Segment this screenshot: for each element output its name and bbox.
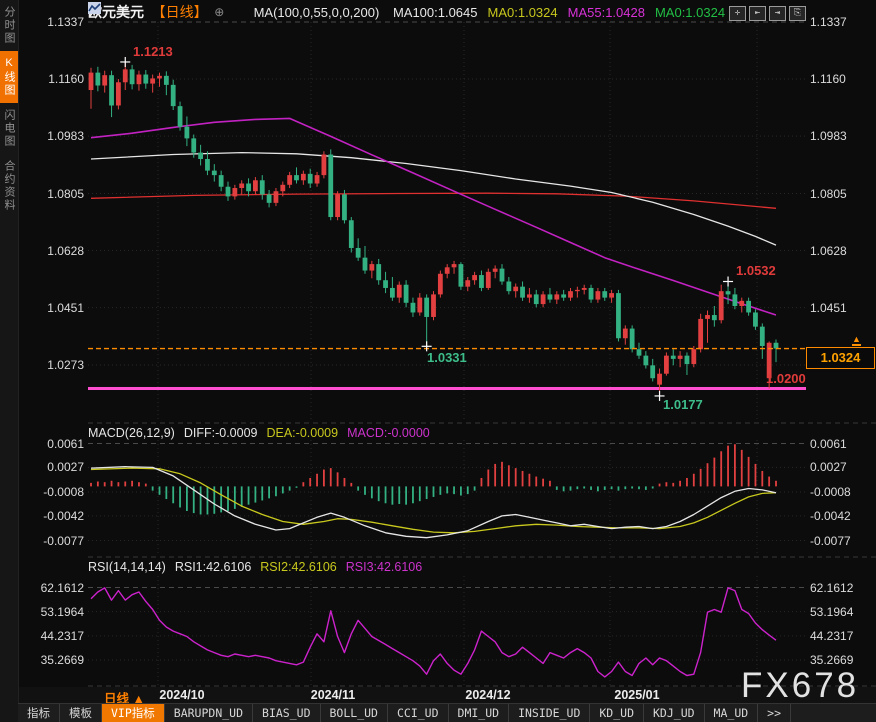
legend-value: DIFF:-0.0009 <box>184 426 258 440</box>
legend-value: RSI1:42.6106 <box>175 560 251 574</box>
price-annotation: 1.0331 <box>427 350 467 365</box>
header-toolbar: ✛⇤⇥⎘ <box>726 2 806 21</box>
ma-values: MA100:1.0645 MA0:1.0324 MA55:1.0428 MA0:1.0… <box>383 4 725 19</box>
detach-icon[interactable]: ⎘ <box>789 6 806 21</box>
sidebar-item-闪电图[interactable]: 闪电图 <box>0 103 18 154</box>
axis-right-icon[interactable]: ⇥ <box>769 6 786 21</box>
ma-value: MA0:1.0324 <box>488 5 558 20</box>
price-annotation: 1.0177 <box>663 397 703 412</box>
legend-value: RSI2:42.6106 <box>260 560 336 574</box>
month-label: 2024/11 <box>311 688 356 702</box>
price-annotation: 1.0532 <box>736 263 776 278</box>
crosshair-icon[interactable]: ✛ <box>729 6 746 21</box>
tab-VIP指标[interactable]: VIP指标 <box>102 704 165 722</box>
macd-title: MACD(26,12,9) <box>88 426 175 440</box>
price-annotation: 1.0200 <box>766 371 806 386</box>
scroll-latest-icon[interactable]: ▲ <box>852 335 861 346</box>
price-annotation: 1.1213 <box>133 44 173 59</box>
bottom-tab-bar: 指标模板VIP指标BARUPDN_UDBIAS_UDBOLL_UDCCI_UDD… <box>18 703 876 722</box>
tab-BARUPDN_UD[interactable]: BARUPDN_UD <box>165 704 253 722</box>
tab-CCI_UD[interactable]: CCI_UD <box>388 704 449 722</box>
macd-header: MACD(26,12,9) DIFF:-0.0009 DEA:-0.0009 MACD… <box>88 426 448 440</box>
month-label: 2024/10 <box>159 688 204 702</box>
legend-value: DEA:-0.0009 <box>266 426 338 440</box>
tab-KDJ_UD[interactable]: KDJ_UD <box>644 704 705 722</box>
chart-header: 欧元美元 【日线】 ⊕ MA(100,0,55,0,0,200) MA100:1… <box>88 2 725 20</box>
legend-value: RSI3:42.6106 <box>346 560 422 574</box>
legend-value: MACD:-0.0000 <box>347 426 430 440</box>
rsi-header: RSI(14,14,14) RSI1:42.6106 RSI2:42.6106 RSI… <box>88 560 440 574</box>
add-indicator-icon[interactable]: ⊕ <box>214 5 224 19</box>
month-label: 2024/12 <box>465 688 510 702</box>
tab->>[interactable]: >> <box>758 704 791 722</box>
axis-left-icon[interactable]: ⇤ <box>749 6 766 21</box>
current-price-tag: 1.0324 <box>806 347 875 369</box>
ma-value: MA0:1.0324 <box>655 5 725 20</box>
month-label: 2025/01 <box>614 688 659 702</box>
sidebar-item-分时图[interactable]: 分时图 <box>0 0 18 51</box>
sidebar: 分时图K线图闪电图合约资料 <box>0 0 19 722</box>
tab-KD_UD[interactable]: KD_UD <box>590 704 644 722</box>
tab-BOLL_UD[interactable]: BOLL_UD <box>321 704 388 722</box>
ma-value: MA55:1.0428 <box>568 5 645 20</box>
rsi-title: RSI(14,14,14) <box>88 560 166 574</box>
sidebar-item-合约资料[interactable]: 合约资料 <box>0 154 18 218</box>
tab-指标[interactable]: 指标 <box>18 704 60 722</box>
period-tag: 【日线】 <box>152 4 208 20</box>
tab-BIAS_UD[interactable]: BIAS_UD <box>253 704 320 722</box>
trading-app: 分时图K线图闪电图合约资料 ⤢ 欧元美元 【日线】 ⊕ MA(100,0,55,… <box>0 0 876 722</box>
tab-DMI_UD[interactable]: DMI_UD <box>449 704 510 722</box>
ma-value: MA100:1.0645 <box>393 5 478 20</box>
ma-settings: MA(100,0,55,0,0,200) <box>254 5 380 20</box>
indicator-badge-icon[interactable] <box>233 6 246 18</box>
tab-MA_UD[interactable]: MA_UD <box>705 704 759 722</box>
tab-INSIDE_UD[interactable]: INSIDE_UD <box>509 704 590 722</box>
tab-模板[interactable]: 模板 <box>60 704 102 722</box>
watermark: FX678 <box>741 666 859 706</box>
sidebar-item-K线图[interactable]: K线图 <box>0 51 18 103</box>
